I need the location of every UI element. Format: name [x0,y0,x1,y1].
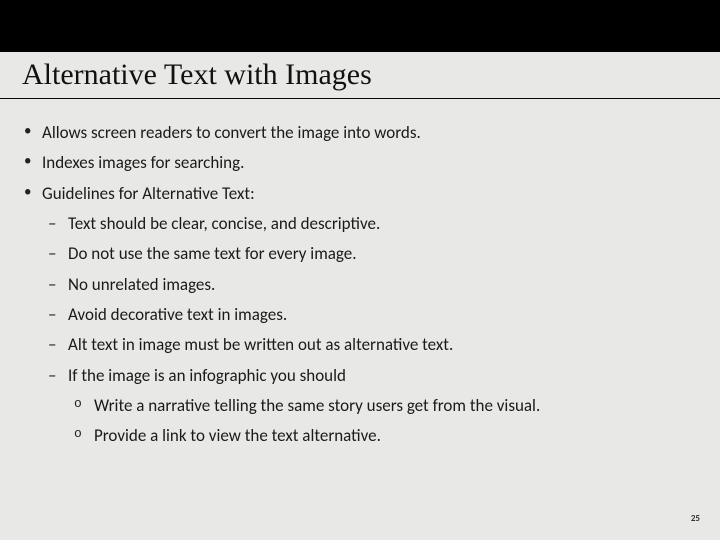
sub-bullet-list: Text should be clear, concise, and descr… [42,211,698,450]
sub-bullet-item: Text should be clear, concise, and descr… [42,211,698,237]
sub-bullet-item: Alt text in image must be written out as… [42,332,698,358]
subsub-bullet-item: Provide a link to view the text alternat… [68,423,698,449]
slide-body: Allows screen readers to convert the ima… [22,120,698,454]
subsub-bullet-list: Write a narrative telling the same story… [68,393,698,450]
sub-bullet-item: Do not use the same text for every image… [42,241,698,267]
sub-bullet-item: Avoid decorative text in images. [42,302,698,328]
sub-bullet-item: No unrelated images. [42,272,698,298]
bullet-list: Allows screen readers to convert the ima… [22,120,698,450]
slide-title: Alternative Text with Images [22,58,372,92]
subsub-bullet-item: Write a narrative telling the same story… [68,393,698,419]
bullet-item: Indexes images for searching. [22,150,698,176]
bullet-item: Guidelines for Alternative Text: Text sh… [22,181,698,450]
sub-bullet-item: If the image is an infographic you shoul… [42,363,698,450]
sub-bullet-text: If the image is an infographic you shoul… [68,365,346,386]
top-black-bar [0,0,720,52]
bullet-item: Allows screen readers to convert the ima… [22,120,698,146]
bullet-text: Guidelines for Alternative Text: [42,183,255,204]
page-number: 25 [691,513,700,524]
title-underline [0,98,720,99]
